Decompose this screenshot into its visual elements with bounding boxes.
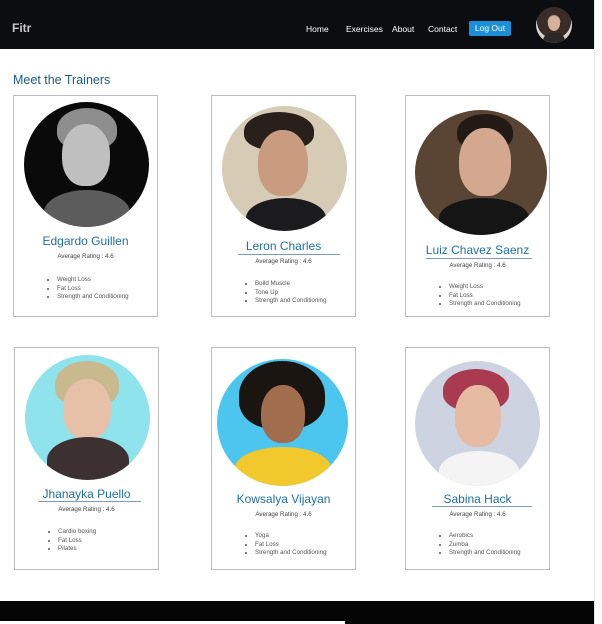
skill-item: Cardio boxing [58, 528, 96, 537]
trainer-skills: Aerobics Zumba Strength and Conditioning [440, 532, 521, 558]
photo-shirt [47, 437, 129, 480]
nav-link-about[interactable]: About [392, 24, 414, 34]
trainer-photo [217, 359, 348, 486]
trainer-card[interactable]: Leron Charles Average Rating : 4.6 Build… [211, 95, 356, 317]
trainer-rating: Average Rating : 4.6 [58, 506, 115, 513]
skill-item: Weight Loss [57, 276, 129, 285]
avatar-shirt [543, 33, 565, 43]
window-edge [594, 0, 602, 624]
trainer-photo [25, 355, 150, 480]
trainer-name: Leron Charles [245, 239, 322, 253]
user-avatar[interactable] [536, 7, 572, 43]
trainer-skills: Build Muscle Tone Up Strength and Condit… [246, 280, 327, 306]
trainer-skills: Cardio boxing Fat Loss Pilates [49, 528, 96, 554]
skill-item: Fat Loss [449, 292, 521, 301]
name-underline [39, 501, 141, 502]
trainer-rating: Average Rating : 4.6 [255, 258, 312, 265]
trainer-skills: Yoga Fat Loss Strength and Conditioning [246, 532, 327, 558]
skill-item: Weight Loss [449, 283, 521, 292]
trainer-name: Kowsalya Vijayan [236, 492, 331, 506]
trainer-name: Luiz Chavez Saenz [425, 243, 530, 257]
nav-link-home[interactable]: Home [306, 24, 329, 34]
photo-shirt [246, 198, 326, 231]
name-underline [238, 254, 340, 255]
trainer-photo [222, 106, 347, 231]
skill-item: Strength and Conditioning [449, 549, 521, 558]
trainer-name: Jhanayka Puello [42, 487, 131, 501]
trainer-rating: Average Rating : 4.6 [449, 262, 506, 269]
photo-face [261, 385, 305, 443]
skill-item: Yoga [255, 532, 327, 541]
photo-face [62, 124, 110, 186]
skill-item: Zumba [449, 541, 521, 550]
nav-link-contact[interactable]: Contact [428, 24, 457, 34]
avatar-face [548, 16, 560, 31]
skill-item: Pilates [58, 545, 96, 554]
trainer-rating: Average Rating : 4.6 [57, 253, 114, 260]
section-title: Meet the Trainers [13, 73, 111, 87]
photo-shirt [44, 190, 130, 227]
skill-item: Strength and Conditioning [255, 297, 327, 306]
skill-item: Tone Up [255, 289, 327, 298]
name-underline [426, 258, 532, 259]
skill-item: Fat Loss [57, 285, 129, 294]
trainer-card[interactable]: Luiz Chavez Saenz Average Rating : 4.6 W… [405, 95, 550, 317]
photo-shirt [235, 447, 331, 486]
trainer-skills: Weight Loss Fat Loss Strength and Condit… [440, 283, 521, 309]
name-underline [432, 506, 532, 507]
trainer-card[interactable]: Jhanayka Puello Average Rating : 4.6 Car… [14, 347, 159, 570]
logout-button[interactable]: Log Out [469, 21, 511, 36]
skill-item: Build Muscle [255, 280, 327, 289]
trainer-name: Edgardo Guillen [42, 234, 129, 248]
trainer-photo [24, 102, 149, 227]
trainer-rating: Average Rating : 4.6 [449, 511, 506, 518]
trainer-rating: Average Rating : 4.6 [255, 511, 312, 518]
skill-item: Strength and Conditioning [255, 549, 327, 558]
photo-shirt [439, 198, 529, 235]
skill-item: Strength and Conditioning [57, 293, 129, 302]
brand-logo[interactable]: Fitr [12, 21, 31, 35]
skill-item: Fat Loss [58, 537, 96, 546]
photo-face [63, 379, 111, 439]
trainer-card[interactable]: Sabina Hack Average Rating : 4.6 Aerobic… [405, 347, 550, 570]
trainer-photo [415, 110, 547, 235]
trainer-name: Sabina Hack [443, 492, 512, 506]
skill-item: Strength and Conditioning [449, 300, 521, 309]
trainer-card[interactable]: Kowsalya Vijayan Average Rating : 4.6 Yo… [211, 347, 356, 570]
skill-item: Aerobics [449, 532, 521, 541]
top-navbar: Fitr Home Exercises About Contact Log Ou… [0, 0, 594, 49]
photo-shirt [439, 451, 519, 486]
nav-link-exercises[interactable]: Exercises [346, 24, 383, 34]
trainer-skills: Weight Loss Fat Loss Strength and Condit… [48, 276, 129, 302]
trainer-photo [415, 361, 540, 486]
trainer-card[interactable]: Edgardo Guillen Average Rating : 4.6 Wei… [13, 95, 158, 317]
photo-face [455, 385, 501, 447]
photo-face [258, 130, 308, 196]
photo-face [459, 128, 511, 196]
skill-item: Fat Loss [255, 541, 327, 550]
